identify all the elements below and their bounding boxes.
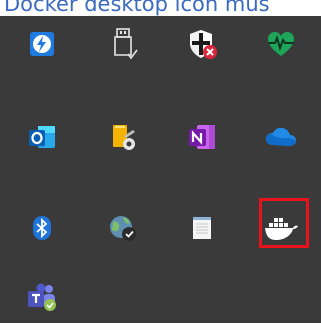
- onedrive-icon[interactable]: [245, 101, 317, 173]
- screenshot: Docker desktop icon mus: [0, 0, 321, 323]
- fingerprint-key-icon[interactable]: [87, 101, 159, 173]
- outlook-icon[interactable]: [6, 101, 78, 173]
- teams-icon[interactable]: [6, 261, 78, 323]
- onenote-icon[interactable]: [166, 101, 238, 173]
- bluetooth-icon[interactable]: [6, 192, 78, 264]
- network-globe-icon[interactable]: [87, 192, 159, 264]
- windows-security-alert-icon[interactable]: [166, 8, 238, 80]
- docker-highlight-box: [259, 198, 309, 248]
- notification-tray-overflow: [0, 16, 321, 323]
- usb-safely-remove-icon[interactable]: [87, 8, 159, 80]
- health-monitor-icon[interactable]: [245, 8, 317, 80]
- power-automate-icon[interactable]: [6, 8, 78, 80]
- notepad-icon[interactable]: [166, 192, 238, 264]
